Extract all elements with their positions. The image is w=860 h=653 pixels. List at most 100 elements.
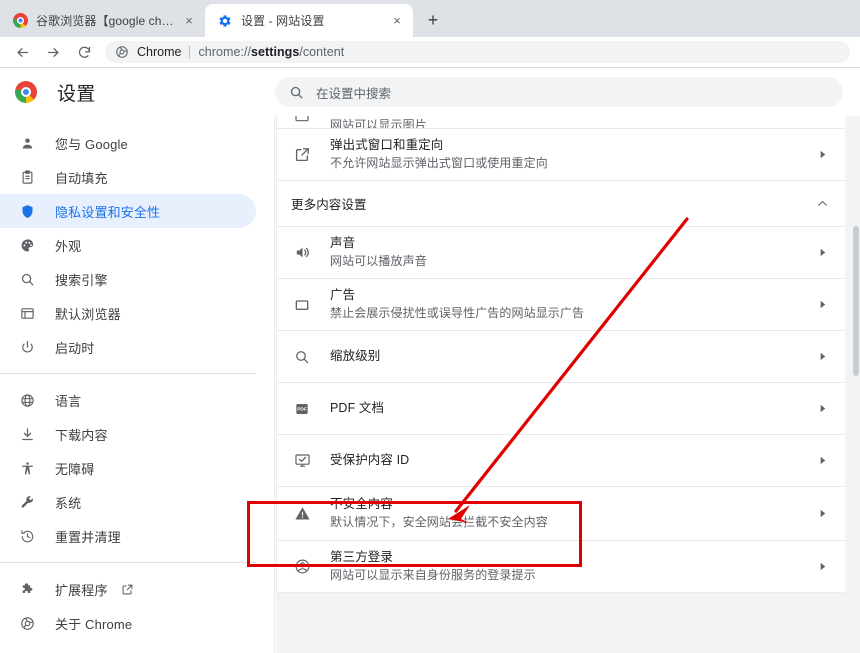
search-icon (18, 270, 36, 288)
sidebar-item-privacy-and-security[interactable]: 隐私设置和安全性 (0, 194, 256, 228)
content-scrollbar-track[interactable] (852, 116, 860, 653)
chevron-right-icon[interactable] (813, 508, 831, 519)
chevron-right-icon[interactable] (813, 247, 831, 258)
content-settings-card: x 网站可以显示图片 弹出式窗口和重定向 不允许网站显示弹出式窗口或使用重定向 (276, 116, 845, 593)
row-title: PDF 文档 (330, 400, 813, 417)
row-subtitle: 默认情况下，安全网站会拦截不安全内容 (330, 514, 813, 531)
sidebar-item-system[interactable]: 系统 (0, 485, 256, 519)
clipboard-icon (18, 168, 36, 186)
row-subtitle: 不允许网站显示弹出式窗口或使用重定向 (330, 155, 813, 172)
row-subtitle: 网站可以播放声音 (330, 253, 813, 270)
wrench-icon (18, 493, 36, 511)
chrome-icon (18, 614, 36, 632)
history-restore-icon (18, 527, 36, 545)
sound-icon (291, 244, 313, 261)
warning-triangle-icon (291, 505, 313, 522)
setting-row-ads[interactable]: 广告 禁止会展示侵扰性或误导性广告的网站显示广告 (277, 279, 845, 331)
omnibox-separator (189, 46, 190, 59)
sidebar-item-label: 扩展程序 (55, 580, 108, 599)
zoom-search-icon (291, 349, 313, 365)
pdf-icon: PDF (291, 401, 313, 417)
ad-icon (291, 297, 313, 313)
row-text: 不安全内容 默认情况下，安全网站会拦截不安全内容 (330, 496, 813, 531)
row-title: 第三方登录 (330, 549, 813, 566)
svg-text:PDF: PDF (297, 406, 307, 412)
setting-row-pdf-documents[interactable]: PDF PDF 文档 (277, 383, 845, 435)
back-button[interactable] (9, 39, 35, 65)
palette-icon (18, 236, 36, 254)
setting-row-protected-content-id[interactable]: 受保护内容 ID (277, 435, 845, 487)
sidebar-item-default-browser[interactable]: 默认浏览器 (0, 296, 256, 330)
sidebar-item-label: 下载内容 (55, 425, 108, 444)
sidebar-item-extensions[interactable]: 扩展程序 (0, 572, 256, 606)
content-scrollbar-thumb[interactable] (853, 226, 859, 376)
chevron-right-icon[interactable] (813, 455, 831, 466)
row-text: 弹出式窗口和重定向 不允许网站显示弹出式窗口或使用重定向 (330, 137, 813, 172)
sidebar-item-on-startup[interactable]: 启动时 (0, 330, 256, 364)
setting-row-third-party-signin[interactable]: 第三方登录 网站可以显示来自身份服务的登录提示 (277, 541, 845, 593)
row-title: 广告 (330, 287, 813, 304)
sidebar-item-label: 您与 Google (55, 134, 128, 153)
chrome-icon (115, 45, 129, 59)
image-icon (291, 116, 313, 124)
setting-row-insecure-content[interactable]: 不安全内容 默认情况下，安全网站会拦截不安全内容 (277, 487, 845, 541)
section-title: 更多内容设置 (291, 194, 813, 213)
omnibox-chip-label: Chrome (137, 45, 181, 59)
gear-icon (217, 13, 233, 29)
chrome-logo-icon (13, 79, 39, 105)
sidebar-item-reset-and-cleanup[interactable]: 重置并清理 (0, 519, 256, 553)
row-text: 广告 禁止会展示侵扰性或误导性广告的网站显示广告 (330, 287, 813, 322)
new-tab-button[interactable]: + (419, 6, 447, 34)
sidebar-item-label: 关于 Chrome (55, 614, 132, 633)
chrome-icon (12, 13, 28, 29)
reload-button[interactable] (71, 39, 97, 65)
chevron-up-icon[interactable] (813, 197, 831, 210)
sidebar-item-about-chrome[interactable]: 关于 Chrome (0, 606, 256, 640)
sidebar-item-downloads[interactable]: 下载内容 (0, 417, 256, 451)
url-bold-part: settings (251, 45, 299, 59)
browser-tab-0[interactable]: 谷歌浏览器【google chrome】 × (0, 4, 205, 37)
url-suffix: /content (299, 45, 344, 59)
setting-row-popups-redirects[interactable]: 弹出式窗口和重定向 不允许网站显示弹出式窗口或使用重定向 (277, 129, 845, 181)
setting-row-sound[interactable]: 声音 网站可以播放声音 (277, 227, 845, 279)
settings-header: 设置 在设置中搜索 (0, 68, 860, 116)
sidebar-item-label: 搜索引擎 (55, 270, 108, 289)
setting-row-zoom-levels[interactable]: 缩放级别 (277, 331, 845, 383)
page-title: 设置 (57, 79, 95, 106)
sidebar-divider-1 (0, 373, 256, 374)
chevron-right-icon[interactable] (813, 351, 831, 362)
row-subtitle: 网站可以显示图片 (330, 117, 845, 129)
tab-close-button[interactable]: × (389, 13, 405, 29)
chevron-right-icon[interactable] (813, 299, 831, 310)
sidebar-item-accessibility[interactable]: 无障碍 (0, 451, 256, 485)
account-circle-icon (291, 558, 313, 575)
partial-row-images[interactable]: x 网站可以显示图片 (277, 116, 845, 129)
sidebar-divider-2 (0, 562, 256, 563)
settings-sidebar: 您与 Google 自动填充 隐私设置和安全性 外观 (0, 116, 275, 653)
browser-tab-1[interactable]: 设置 - 网站设置 × (205, 4, 413, 37)
browser-toolbar: Chrome chrome://settings/content (0, 37, 860, 68)
sidebar-item-you-and-google[interactable]: 您与 Google (0, 126, 256, 160)
section-header-more-content-settings[interactable]: 更多内容设置 (277, 181, 845, 227)
settings-search-box[interactable]: 在设置中搜索 (275, 77, 843, 107)
row-title: 不安全内容 (330, 496, 813, 513)
sidebar-item-appearance[interactable]: 外观 (0, 228, 256, 262)
external-link-icon (121, 583, 134, 596)
sidebar-item-languages[interactable]: 语言 (0, 383, 256, 417)
sidebar-item-label: 系统 (55, 493, 81, 512)
forward-button[interactable] (40, 39, 66, 65)
tab-title: 谷歌浏览器【google chrome】 (36, 12, 175, 29)
row-title: 缩放级别 (330, 348, 813, 365)
tab-close-button[interactable]: × (181, 13, 197, 29)
settings-content-area: x 网站可以显示图片 弹出式窗口和重定向 不允许网站显示弹出式窗口或使用重定向 (276, 116, 860, 653)
row-subtitle: 禁止会展示侵扰性或误导性广告的网站显示广告 (330, 305, 813, 322)
search-placeholder: 在设置中搜索 (316, 83, 391, 102)
chevron-right-icon[interactable] (813, 403, 831, 414)
chevron-right-icon[interactable] (813, 149, 831, 160)
sidebar-item-autofill[interactable]: 自动填充 (0, 160, 256, 194)
address-bar[interactable]: Chrome chrome://settings/content (105, 41, 850, 63)
sidebar-item-search-engine[interactable]: 搜索引擎 (0, 262, 256, 296)
chevron-right-icon[interactable] (813, 561, 831, 572)
sidebar-item-label: 外观 (55, 236, 81, 255)
row-text: 缩放级别 (330, 348, 813, 365)
